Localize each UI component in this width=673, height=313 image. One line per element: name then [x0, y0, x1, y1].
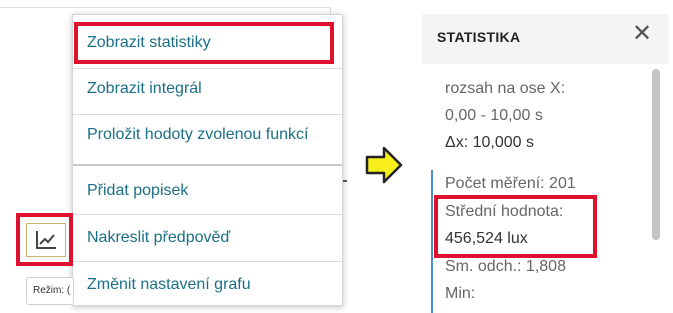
menu-item-show-integral[interactable]: Zobrazit integrál — [73, 69, 342, 109]
graph-context-menu: Zobrazit statistiky Zobrazit integrál Pr… — [72, 14, 343, 306]
panel-scrollbar[interactable] — [652, 69, 660, 240]
menu-item-draw-prediction[interactable]: Nakreslit předpověď — [73, 218, 342, 258]
min-value: Min: — [445, 285, 476, 302]
mean-label: Střední hodnota: — [445, 203, 564, 220]
arrow-right-icon — [365, 146, 403, 184]
menu-separator — [73, 214, 342, 215]
graph-tools-icon — [36, 231, 56, 249]
close-icon[interactable]: ✕ — [632, 22, 652, 46]
menu-separator — [73, 261, 342, 262]
menu-item-fit-function[interactable]: Proložit hodoty zvolenou funkcí — [73, 115, 342, 155]
measurement-count: Počet měření: 201 — [445, 175, 576, 192]
x-range-label: rozsah na ose X: — [445, 80, 566, 97]
menu-group-separator — [73, 164, 342, 166]
mean-value: 456,524 lux — [445, 230, 528, 247]
menu-item-add-annotation[interactable]: Přidat popisek — [73, 171, 342, 211]
series-color-bar — [431, 170, 433, 313]
menu-item-show-statistics[interactable]: Zobrazit statistiky — [73, 23, 342, 63]
graph-tools-button[interactable] — [26, 223, 66, 257]
std-dev: Sm. odch.: 1,808 — [445, 258, 566, 275]
graph-border-top — [0, 7, 330, 8]
delta-x: Δx: 10,000 s — [445, 134, 534, 151]
menu-item-graph-settings[interactable]: Změnit nastavení grafu — [73, 265, 342, 305]
x-range-value: 0,00 - 10,00 s — [445, 107, 543, 124]
mode-select[interactable]: Režim: ( — [26, 277, 74, 305]
panel-title: STATISTIKA — [437, 29, 521, 45]
